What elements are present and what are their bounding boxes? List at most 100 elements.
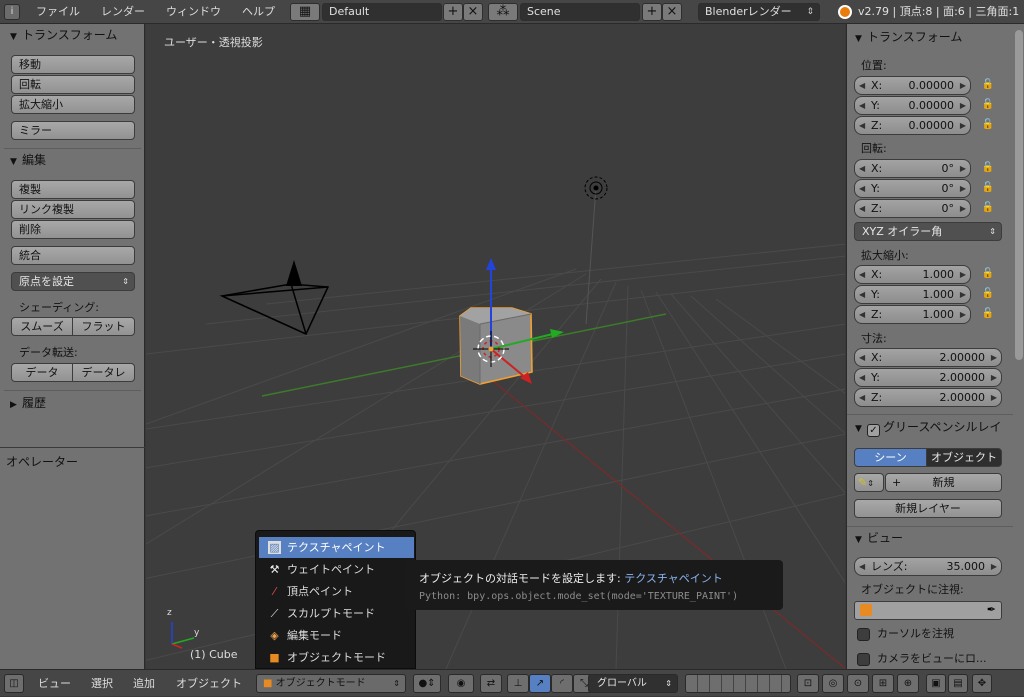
menu-render[interactable]: レンダー [101, 0, 145, 24]
layer-lock-icon[interactable]: ⊡ [797, 674, 819, 693]
scene-icon[interactable]: ⁂ [488, 3, 518, 21]
transform-panel-header[interactable]: ▼ トランスフォーム [855, 26, 962, 48]
menu-item-weight-paint[interactable]: ⚒ ウェイトペイント [259, 559, 414, 580]
menu-item-texture-paint[interactable]: ▨ テクスチャペイント [259, 537, 414, 558]
menu-add[interactable]: 追加 [133, 670, 155, 697]
eyedropper-icon[interactable]: ✒ [987, 603, 996, 616]
divider [4, 390, 141, 391]
dimension-z-field[interactable]: ◀ Z: 2.00000 ▶ [854, 388, 1002, 407]
lock-cursor-checkbox[interactable] [857, 628, 870, 641]
join-button[interactable]: 統合 [11, 246, 135, 265]
menu-item-edit-mode[interactable]: ◈ 編集モード [259, 625, 414, 646]
manipulator-toggle-icon[interactable]: ⇄ [480, 674, 502, 693]
location-x-field[interactable]: ◀ X: 0.00000 ▶ [854, 76, 971, 95]
duplicate-linked-button[interactable]: リンク複製 [11, 200, 135, 219]
menu-window[interactable]: ウィンドウ [166, 0, 221, 24]
proportional-edit-icon[interactable]: ◎ [822, 674, 844, 693]
transform-tools-header[interactable]: ▼ トランスフォーム [10, 24, 117, 46]
dimension-x-field[interactable]: ◀ X: 2.00000 ▶ [854, 348, 1002, 367]
remove-screen-icon[interactable]: × [463, 3, 483, 21]
scene-tab[interactable]: シーン [854, 448, 927, 467]
lock-icon[interactable]: 🔓 [979, 96, 997, 114]
rotation-mode-select[interactable]: XYZ オイラー角 ⇕ [854, 222, 1002, 241]
screen-layout-icon[interactable]: ▦ [290, 3, 320, 21]
pin-icon[interactable]: ✥ [972, 674, 992, 693]
scrollbar[interactable] [1015, 30, 1023, 360]
snap-element-icon[interactable]: ⊞ [872, 674, 894, 693]
rotation-z-field[interactable]: ◀ Z: 0° ▶ [854, 199, 971, 218]
snap-toggle-icon[interactable]: ⊙ [847, 674, 869, 693]
mirror-button[interactable]: ミラー [11, 121, 135, 140]
menu-file[interactable]: ファイル [36, 0, 80, 24]
scale-manipulator-icon[interactable]: ◜ [551, 674, 573, 693]
mode-select[interactable]: ■ オブジェクトモード ⇕ [256, 674, 406, 693]
delete-button[interactable]: 削除 [11, 220, 135, 239]
camera-object[interactable] [216, 254, 336, 339]
data-layout-button[interactable]: データレ [72, 363, 135, 382]
menu-object[interactable]: オブジェクト [176, 670, 242, 697]
dimension-y-field[interactable]: ◀ Y: 2.00000 ▶ [854, 368, 1002, 387]
location-z-field[interactable]: ◀ Z: 0.00000 ▶ [854, 116, 971, 135]
new-layer-button[interactable]: 新規レイヤー [854, 499, 1002, 518]
add-scene-icon[interactable]: + [642, 3, 662, 21]
rotate-button[interactable]: 回転 [11, 75, 135, 94]
scale-button[interactable]: 拡大縮小 [11, 95, 135, 114]
menu-help[interactable]: ヘルプ [242, 0, 275, 24]
scene-field[interactable]: Scene [520, 3, 640, 21]
menu-select[interactable]: 選択 [91, 670, 113, 697]
menu-view[interactable]: ビュー [38, 670, 71, 697]
object-tab[interactable]: オブジェクト [926, 448, 1002, 467]
rotation-y-field[interactable]: ◀ Y: 0° ▶ [854, 179, 971, 198]
rotation-x-field[interactable]: ◀ X: 0° ▶ [854, 159, 971, 178]
lamp-object[interactable] [582, 174, 610, 202]
lock-icon[interactable]: 🔓 [979, 159, 997, 177]
lock-icon[interactable]: 🔓 [979, 76, 997, 94]
render-engine-select[interactable]: Blenderレンダー ⇕ [698, 3, 820, 21]
scale-x-field[interactable]: ◀ X: 1.000 ▶ [854, 265, 971, 284]
lock-icon[interactable]: 🔓 [979, 116, 997, 134]
flat-button[interactable]: フラット [72, 317, 135, 336]
add-screen-icon[interactable]: + [443, 3, 463, 21]
lens-field[interactable]: ◀ レンズ: 35.000 ▶ [854, 557, 1002, 576]
rotate-manipulator-icon[interactable]: ↗ [529, 674, 551, 693]
pivot-point-icon[interactable]: ◉ [448, 674, 474, 693]
editor-type-icon[interactable]: i [4, 4, 20, 20]
duplicate-button[interactable]: 複製 [11, 180, 135, 199]
grease-pencil-checkbox[interactable]: ✓ [867, 424, 880, 437]
edit-tools-header[interactable]: ▼ 編集 [10, 149, 46, 171]
lock-icon[interactable]: 🔓 [979, 305, 997, 323]
translate-manipulator-icon[interactable]: ⊥ [507, 674, 529, 693]
translate-button[interactable]: 移動 [11, 55, 135, 74]
screen-layout-field[interactable]: Default [322, 3, 442, 21]
orientation-select[interactable]: グローバル ⇕ [588, 674, 678, 693]
lock-icon[interactable]: 🔓 [979, 265, 997, 283]
view-panel-header[interactable]: ▼ ビュー [855, 527, 903, 549]
tooltip-python: Python: bpy.ops.object.mode_set(mode='TE… [419, 591, 739, 602]
pencil-data-icon[interactable]: ✎⇕ [854, 473, 884, 492]
remove-scene-icon[interactable]: × [662, 3, 682, 21]
layer-buttons[interactable] [685, 674, 791, 693]
menu-item-object-mode[interactable]: ■ オブジェクトモード [259, 647, 414, 668]
cube-object[interactable] [446, 254, 566, 394]
editor-type-icon[interactable]: ◫ [4, 674, 24, 693]
opengl-render-icon[interactable]: ▣ [926, 674, 946, 693]
menu-item-vertex-paint[interactable]: ⁄ 頂点ペイント [259, 581, 414, 602]
opengl-animation-icon[interactable]: ▤ [948, 674, 968, 693]
set-origin-select[interactable]: 原点を設定 ⇕ [11, 272, 135, 291]
scale-z-field[interactable]: ◀ Z: 1.000 ▶ [854, 305, 971, 324]
location-y-field[interactable]: ◀ Y: 0.00000 ▶ [854, 96, 971, 115]
lock-icon[interactable]: 🔓 [979, 285, 997, 303]
viewport-shading-icon[interactable]: ●⇕ [413, 674, 441, 693]
data-transfer-button[interactable]: データ [11, 363, 73, 382]
snap-target-icon[interactable]: ⊕ [897, 674, 919, 693]
new-grease-button[interactable]: + 新規 [885, 473, 1002, 492]
smooth-button[interactable]: スムーズ [11, 317, 73, 336]
lock-object-field[interactable]: ✒ [854, 601, 1002, 620]
lock-icon[interactable]: 🔓 [979, 199, 997, 217]
history-header[interactable]: ▶ 履歴 [10, 392, 46, 414]
lock-icon[interactable]: 🔓 [979, 179, 997, 197]
scale-y-field[interactable]: ◀ Y: 1.000 ▶ [854, 285, 971, 304]
lock-camera-checkbox[interactable] [857, 653, 870, 666]
menu-item-sculpt[interactable]: ⟋ スカルプトモード [259, 603, 414, 624]
grease-pencil-header[interactable]: ▼ ✓ グリースペンシルレイ [855, 416, 1017, 438]
